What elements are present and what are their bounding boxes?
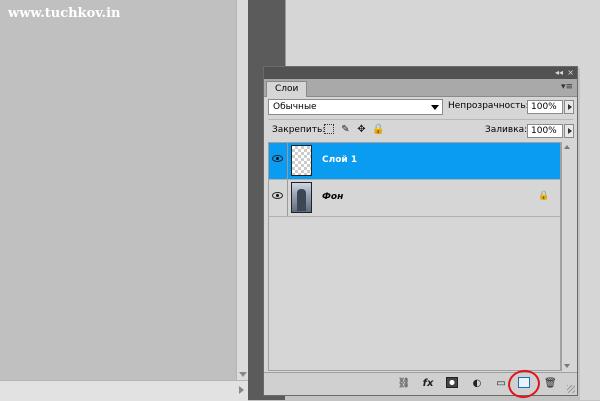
scroll-down-icon[interactable] xyxy=(239,372,247,377)
eye-icon xyxy=(272,192,283,199)
fill-input[interactable]: 100% xyxy=(527,124,563,138)
layers-list: Слой 1 Фон 🔒 xyxy=(268,142,561,371)
layers-footer-toolbar: ⛓ fx ◐ ▭ 🗑 xyxy=(264,367,577,401)
adjustment-icon[interactable]: ◐ xyxy=(470,377,484,390)
link-icon[interactable]: ⛓ xyxy=(396,377,412,390)
photo-figure xyxy=(297,189,306,211)
layers-panel: ◂◂ × Слои ▾≡ Обычные Непрозрачность: 100… xyxy=(263,66,578,401)
panel-menu-icon[interactable]: ▾≡ xyxy=(561,82,573,92)
layer-name[interactable]: Фон xyxy=(322,192,343,202)
layer-name[interactable]: Слой 1 xyxy=(322,155,357,165)
lock-transparent-icon[interactable] xyxy=(324,124,334,134)
opacity-slider-button[interactable] xyxy=(564,100,574,114)
document-canvas[interactable] xyxy=(0,0,236,380)
opacity-input[interactable]: 100% xyxy=(527,100,563,114)
chevron-down-icon xyxy=(431,105,439,110)
lock-brush-icon[interactable]: ✎ xyxy=(340,124,351,135)
mask-icon[interactable] xyxy=(446,377,458,388)
visibility-toggle[interactable] xyxy=(269,180,288,216)
close-icon[interactable]: × xyxy=(567,68,574,78)
resize-grip-icon[interactable] xyxy=(567,385,575,393)
panel-dock-area-lower xyxy=(580,68,600,400)
scroll-right-icon[interactable] xyxy=(239,386,244,394)
blend-mode-value: Обычные xyxy=(273,102,317,112)
panel-dock-area xyxy=(285,0,600,68)
layer-row[interactable]: Слой 1 xyxy=(269,143,560,180)
watermark: www.tuchkov.in xyxy=(8,6,121,21)
fill-label: Заливка: xyxy=(485,125,528,135)
scroll-down-icon[interactable] xyxy=(564,364,570,368)
layer-thumbnail xyxy=(291,182,312,213)
blend-options-row: Обычные Непрозрачность: 100% xyxy=(268,99,574,117)
tab-layers[interactable]: Слои xyxy=(266,81,308,97)
opacity-label: Непрозрачность: xyxy=(448,101,529,111)
document-horizontal-scrollbar[interactable] xyxy=(0,380,248,401)
collapse-icon[interactable]: ◂◂ xyxy=(555,68,563,78)
layer-row[interactable]: Фон 🔒 xyxy=(269,180,560,217)
lock-row: Закрепить: ✎ ✥ 🔒 Заливка: 100% xyxy=(268,123,574,139)
lock-all-icon[interactable]: 🔒 xyxy=(372,124,384,135)
blend-mode-select[interactable]: Обычные xyxy=(268,99,443,115)
divider xyxy=(268,119,573,120)
lock-icon: 🔒 xyxy=(538,191,550,201)
fill-slider-button[interactable] xyxy=(564,124,574,138)
trash-icon[interactable]: 🗑 xyxy=(544,377,557,390)
panel-tab-bar: Слои ▾≡ xyxy=(264,79,577,97)
lock-label: Закрепить: xyxy=(272,125,326,135)
layer-thumbnail xyxy=(291,145,312,176)
layers-scrollbar[interactable] xyxy=(561,142,573,371)
fx-icon[interactable]: fx xyxy=(420,377,436,390)
eye-icon xyxy=(272,155,283,162)
visibility-toggle[interactable] xyxy=(269,143,288,179)
lock-move-icon[interactable]: ✥ xyxy=(356,124,367,135)
annotation-circle xyxy=(505,367,543,401)
scroll-up-icon[interactable] xyxy=(564,145,570,149)
panel-titlebar[interactable]: ◂◂ × xyxy=(264,67,577,79)
folder-icon[interactable]: ▭ xyxy=(494,377,508,390)
